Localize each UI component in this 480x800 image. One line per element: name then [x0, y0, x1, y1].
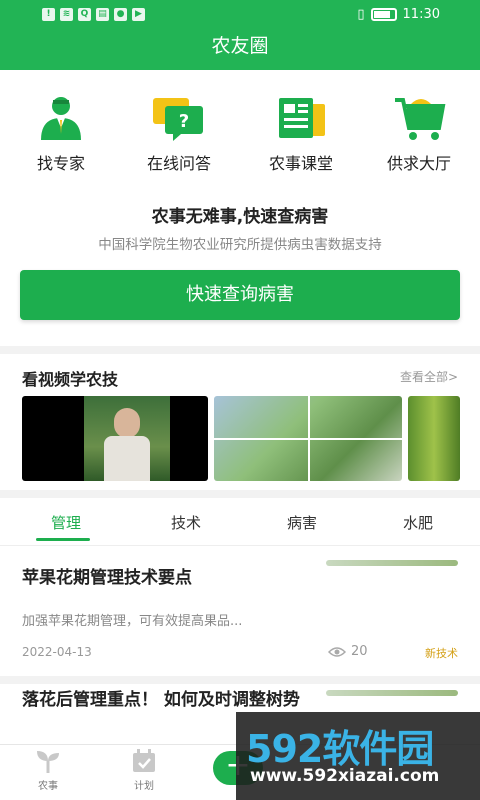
slogan: 农事无难事,快速查病害 [151, 207, 329, 227]
quick-label: 在线问答 [146, 154, 211, 173]
calendar-icon [131, 749, 157, 773]
quick-online-qa[interactable]: ? 在线问答 [124, 94, 234, 174]
watermark-url: www.592xiazai.com [250, 766, 440, 786]
status-icons-right: ▯ 11:30 [357, 7, 440, 22]
nav-plan[interactable]: 计划 [114, 749, 174, 792]
video-thumbnail[interactable] [408, 396, 460, 481]
quick-find-expert[interactable]: 找专家 [6, 94, 116, 174]
expert-icon [33, 94, 89, 142]
battery-icon [370, 8, 397, 21]
active-tab-indicator [36, 538, 90, 541]
eye-icon [328, 646, 346, 657]
quick-label: 找专家 [36, 154, 85, 173]
status-time: 11:30 [402, 7, 440, 22]
quick-farm-classroom[interactable]: 农事课堂 [246, 94, 356, 174]
collage-divider [214, 438, 402, 440]
article-title: 苹果花期管理技术要点 [22, 568, 192, 588]
article-views: 20 [328, 644, 368, 659]
article-card[interactable]: 苹果花期管理技术要点 加强苹果花期管理，可有效提高果品... 2022-04-1… [0, 546, 480, 676]
alert-icon: ! [42, 8, 55, 21]
app-title: 农友圈 [0, 30, 480, 70]
data-source-note: 中国科学院生物农业研究所提供病虫害数据支持 [98, 237, 382, 253]
vibrate-icon: ▯ [357, 7, 365, 22]
nav-label: 计划 [134, 781, 154, 792]
article-summary: 加强苹果花期管理，可有效提高果品... [22, 614, 243, 629]
qa-chat-icon: ? [151, 94, 207, 142]
view-all-link[interactable]: 查看全部> [400, 368, 458, 385]
nav-label: 农事 [38, 781, 58, 792]
quick-label: 农事课堂 [268, 154, 333, 173]
nav-farming[interactable]: 农事 [18, 749, 78, 792]
quick-supply-demand[interactable]: 供求大厅 [364, 94, 474, 174]
article-thumbnail [326, 560, 458, 566]
article-thumbnail [326, 690, 458, 696]
seedling-icon [35, 749, 61, 773]
shopping-cart-icon [391, 94, 447, 142]
tab-management[interactable]: 管理 [26, 512, 106, 533]
category-tabs: 管理 技术 病害 水肥 [0, 498, 480, 546]
classroom-icon [273, 94, 329, 142]
wifi-icon: ≋ [60, 8, 73, 21]
view-count: 20 [351, 644, 368, 659]
status-bar: ! ≋ Q ▤ ● ▶ ▯ 11:30 [0, 0, 480, 30]
video-section-title: 看视频学农技 [22, 370, 119, 389]
tab-technology[interactable]: 技术 [146, 512, 226, 533]
watermark-logo: 592软件园 [246, 727, 434, 771]
quick-label: 供求大厅 [386, 154, 451, 173]
quick-actions-panel: 找专家 ? 在线问答 农事课堂 供求大厅 农事无难事,快速查病害 中国科学院生物… [0, 70, 480, 346]
person-figure [114, 408, 140, 438]
article-date: 2022-04-13 [22, 645, 92, 659]
article-title: 落花后管理重点！ 如何及时调整树势 [22, 690, 300, 710]
person-shirt [104, 436, 150, 481]
site-watermark: 592软件园 www.592xiazai.com [236, 712, 480, 800]
video-thumbnail[interactable] [214, 396, 402, 481]
play-app-icon: ▶ [132, 8, 145, 21]
status-icons-left: ! ≋ Q ▤ ● ▶ [42, 8, 145, 21]
tab-water-fertilizer[interactable]: 水肥 [378, 512, 458, 533]
quick-query-disease-button[interactable]: 快速查询病害 [20, 270, 460, 320]
book-app-icon: ▤ [96, 8, 109, 21]
video-section: 看视频学农技 查看全部> [0, 354, 480, 490]
article-tag: 新技术 [425, 647, 458, 660]
search-app-icon: Q [78, 8, 91, 21]
bulb-app-icon: ● [114, 8, 127, 21]
tab-disease[interactable]: 病害 [262, 512, 342, 533]
video-thumbnail[interactable] [22, 396, 208, 481]
svg-text:?: ? [179, 111, 189, 132]
